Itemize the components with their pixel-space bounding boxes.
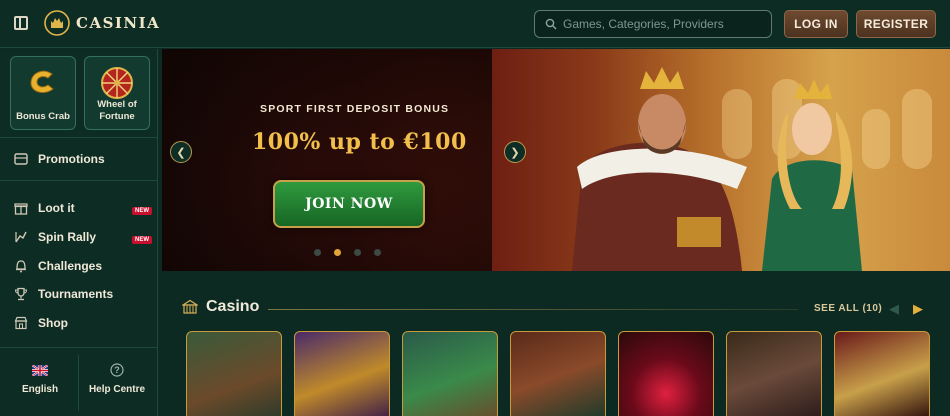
casino-title: Casino [206, 298, 260, 315]
language-selector[interactable]: English [18, 365, 62, 395]
login-button[interactable]: LOG IN [784, 10, 848, 38]
king-figure [572, 67, 747, 271]
divider [0, 180, 157, 181]
slide-dot[interactable] [374, 249, 381, 256]
carousel-prev-icon[interactable]: ◀ [889, 301, 899, 317]
sidebar-item-shop[interactable]: Shop [14, 316, 68, 330]
promotions-icon [14, 152, 28, 166]
search-input[interactable] [563, 17, 763, 31]
casino-section-header: Casino [182, 298, 259, 316]
game-card[interactable] [402, 331, 498, 416]
sidebar-item-label: Shop [38, 316, 68, 330]
sidebar-item-label: Tournaments [38, 287, 114, 301]
slide-dot[interactable] [354, 249, 361, 256]
banner-prev-button[interactable]: ❮ [170, 141, 192, 163]
wheel-icon [101, 67, 133, 99]
slide-dot-active[interactable] [334, 249, 341, 256]
new-badge: NEW [132, 207, 152, 215]
game-card[interactable] [618, 331, 714, 416]
bonus-crab-tile[interactable]: Bonus Crab [10, 56, 76, 130]
divider [0, 137, 157, 138]
sidebar-item-label: Loot it [38, 201, 75, 215]
see-all-link[interactable]: SEE ALL (10) [814, 303, 882, 314]
sidebar-toggle-icon[interactable] [14, 16, 28, 30]
shop-icon [14, 316, 28, 330]
section-rule [268, 309, 798, 310]
banner-title: 100% up to €100 [252, 129, 467, 155]
slide-dot[interactable] [314, 249, 321, 256]
register-button[interactable]: REGISTER [856, 10, 936, 38]
sidebar-item-label: Promotions [38, 152, 105, 166]
game-card[interactable] [834, 331, 930, 416]
search-icon [545, 18, 557, 30]
brand-name: CASINIA [76, 14, 161, 32]
banner-next-button[interactable]: ❯ [504, 141, 526, 163]
trophy-icon [14, 287, 28, 301]
promo-banner[interactable]: SPORT FIRST DEPOSIT BONUS 100% up to €10… [162, 49, 950, 271]
game-card[interactable] [294, 331, 390, 416]
sidebar-item-label: Spin Rally [38, 230, 97, 244]
gift-icon [14, 201, 28, 215]
game-card[interactable] [510, 331, 606, 416]
banner-subtitle: SPORT FIRST DEPOSIT BONUS [260, 103, 450, 115]
wheel-of-fortune-tile[interactable]: Wheel of Fortune [84, 56, 150, 130]
crab-c-icon [30, 70, 54, 93]
bell-icon [14, 259, 28, 273]
language-label: English [21, 384, 59, 395]
banner-pagination [314, 249, 381, 256]
join-now-button[interactable]: JOIN NOW [273, 180, 425, 228]
help-centre-link[interactable]: ? Help Centre [86, 363, 148, 395]
banner-artwork [572, 67, 932, 271]
chevron-right-icon: ❯ [510, 146, 520, 159]
divider [78, 355, 79, 411]
sidebar-item-spin-rally[interactable]: Spin Rally [14, 230, 96, 244]
sidebar-item-tournaments[interactable]: Tournaments [14, 287, 113, 301]
chevron-left-icon: ❮ [176, 146, 186, 159]
castle-crown-icon [44, 10, 70, 36]
brand-logo[interactable]: CASINIA [44, 10, 160, 36]
rally-icon [14, 230, 28, 244]
sidebar-item-challenges[interactable]: Challenges [14, 259, 102, 273]
sidebar-item-loot-it[interactable]: Loot it [14, 201, 75, 215]
search-bar[interactable] [534, 10, 772, 38]
tile-label: Bonus Crab [16, 111, 70, 122]
game-card[interactable] [186, 331, 282, 416]
uk-flag-icon [32, 365, 48, 376]
casino-building-icon [182, 299, 198, 314]
sidebar-item-label: Challenges [38, 259, 103, 273]
new-badge: NEW [132, 236, 152, 244]
tile-label: Wheel of Fortune [97, 99, 137, 122]
carousel-next-icon[interactable]: ▶ [913, 301, 923, 317]
top-header: CASINIA LOG IN REGISTER [0, 0, 950, 48]
divider [0, 347, 157, 348]
sidebar-item-promotions[interactable]: Promotions [14, 152, 105, 166]
svg-text:?: ? [114, 365, 120, 375]
sidebar: Bonus Crab Wheel of Fortune Promotions L… [0, 49, 158, 416]
help-icon: ? [110, 363, 124, 377]
game-card[interactable] [726, 331, 822, 416]
help-centre-label: Help Centre [88, 384, 146, 395]
